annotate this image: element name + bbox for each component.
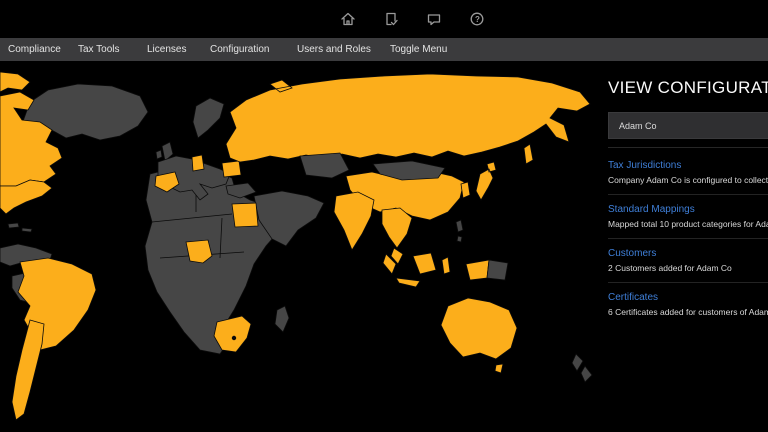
svg-text:?: ? (475, 15, 480, 24)
section-tax-jurisdictions: Tax Jurisdictions Company Adam Co is con… (608, 160, 768, 195)
customers-link[interactable]: Customers (608, 248, 768, 259)
map-country-australia (441, 298, 517, 373)
company-selector-value: Adam Co (609, 121, 657, 131)
page-title: VIEW CONFIGURATION (608, 78, 768, 98)
nav-item-users-and-roles[interactable]: Users and Roles (297, 38, 371, 61)
standard-mappings-link[interactable]: Standard Mappings (608, 204, 768, 215)
map-region-caribbean (8, 223, 32, 232)
nav-item-licenses[interactable]: Licenses (147, 38, 186, 61)
nav-item-tax-tools[interactable]: Tax Tools (78, 38, 120, 61)
tasks-icon[interactable] (383, 11, 399, 27)
main-nav: Compliance Tax Tools Licenses Configurat… (0, 38, 768, 61)
map-region-philippines (456, 220, 463, 242)
map-country-new-zealand (572, 354, 592, 382)
company-selector[interactable]: Adam Co (608, 112, 768, 139)
nav-item-configuration[interactable]: Configuration (210, 38, 269, 61)
tax-jurisdictions-link[interactable]: Tax Jurisdictions (608, 160, 768, 171)
map-region-scandinavia (193, 98, 224, 138)
map-country-madagascar (275, 306, 289, 332)
divider (608, 147, 768, 148)
topbar-icon-group: ? (340, 11, 485, 27)
map-country-russia (226, 74, 590, 164)
map-country-poland (222, 161, 241, 177)
map-country-germany (192, 155, 204, 171)
map-country-egypt (232, 203, 258, 227)
chat-icon[interactable] (426, 11, 442, 27)
certificates-link[interactable]: Certificates (608, 292, 768, 303)
map-country-papua-new-guinea (487, 260, 508, 280)
map-country-south-korea (461, 182, 470, 198)
section-standard-mappings: Standard Mappings Mapped total 10 produc… (608, 204, 768, 239)
map-country-japan (476, 162, 496, 200)
certificates-description: 6 Certificates added for customers of Ad… (608, 307, 768, 317)
nav-item-toggle-menu[interactable]: Toggle Menu (390, 38, 447, 61)
standard-mappings-description: Mapped total 10 product categories for A… (608, 219, 768, 229)
map-country-argentina (12, 320, 44, 420)
tax-jurisdictions-description: Company Adam Co is configured to collect… (608, 175, 768, 185)
configuration-sections: Tax Jurisdictions Company Adam Co is con… (608, 160, 768, 326)
help-icon[interactable]: ? (469, 11, 485, 27)
map-country-lesotho (232, 336, 236, 340)
top-bar: ? (0, 0, 768, 38)
section-certificates: Certificates 6 Certificates added for cu… (608, 292, 768, 326)
view-configuration-panel: VIEW CONFIGURATION Adam Co Tax Jurisdict… (600, 62, 768, 432)
map-country-kazakhstan (300, 153, 349, 178)
home-icon[interactable] (340, 11, 356, 27)
customers-description: 2 Customers added for Adam Co (608, 263, 768, 273)
section-customers: Customers 2 Customers added for Adam Co (608, 248, 768, 283)
nav-item-compliance[interactable]: Compliance (8, 38, 61, 61)
map-country-india (334, 192, 374, 250)
